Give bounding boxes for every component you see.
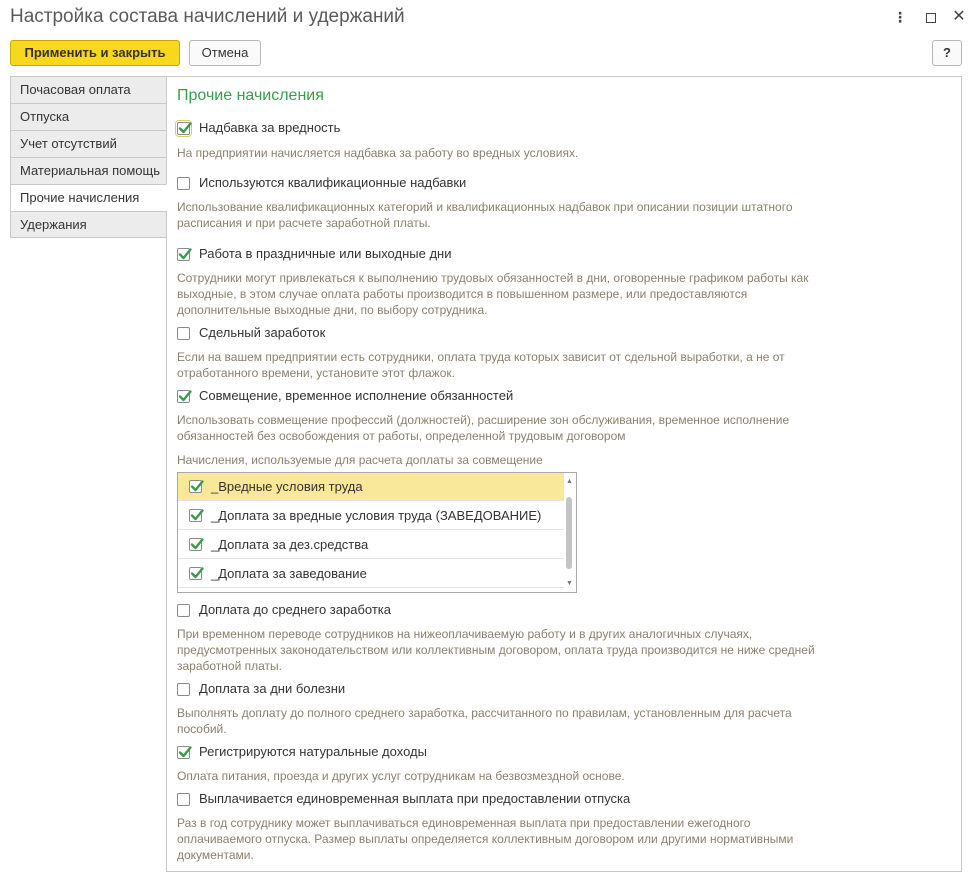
option-hint: При временном переводе сотрудников на ни… [177, 626, 815, 674]
option-label: Надбавка за вредность [199, 120, 341, 135]
hint-line: Сотрудники могут привлекаться к выполнен… [177, 271, 809, 285]
hint-line: обязанностей без освобождения от работы,… [177, 429, 626, 443]
piecework-checkbox[interactable] [177, 327, 190, 340]
hint-line: Оплата питания, проезда и других услуг с… [177, 769, 625, 783]
hint-line: Если на вашем предприятии есть сотрудник… [177, 350, 785, 364]
close-icon[interactable]: ✕ [950, 8, 968, 26]
window-title: Настройка состава начислений и удержаний [10, 6, 405, 27]
option-label: Совмещение, временное исполнение обязанн… [199, 388, 514, 403]
option-hint: Выполнять доплату до полного среднего за… [177, 705, 792, 737]
title-bar: Настройка состава начислений и удержаний… [0, 0, 979, 36]
cancel-button[interactable]: Отмена [189, 40, 261, 66]
hint-line: выходные, в этом случае оплата работы пр… [177, 287, 748, 301]
list-row-label: _Доплата за заведование [211, 566, 367, 581]
list-row-label: _Доплата за вредные условия труда (ЗАВЕД… [211, 508, 542, 523]
tab-vacations[interactable]: Отпуска [10, 103, 167, 130]
help-button[interactable]: ? [932, 40, 962, 66]
hint-line: заработной платы. [177, 659, 283, 673]
option-label: Работа в праздничные или выходные дни [199, 246, 452, 261]
tab-financial-aid[interactable]: Материальная помощь [10, 157, 167, 184]
average-earnings-checkbox[interactable] [177, 604, 190, 617]
scroll-up-icon[interactable]: ▲ [565, 477, 574, 486]
option-hint: Использовать совмещение профессий (должн… [177, 412, 789, 444]
list-row-checkbox[interactable] [189, 567, 204, 580]
combination-list[interactable]: _Вредные условия труда _Доплата за вредн… [177, 472, 577, 593]
hint-line: документами. [177, 848, 254, 862]
list-scrollbar[interactable]: ▲ ▼ [564, 474, 575, 591]
more-icon[interactable]: ⋮ [891, 8, 909, 26]
hint-line: оплачиваемого отпуска. Размер выплаты оп… [177, 832, 794, 846]
hint-line: На предприятии начисляется надбавка за р… [177, 146, 579, 160]
tab-hourly-pay[interactable]: Почасовая оплата [10, 76, 167, 103]
holiday-work-checkbox[interactable] [177, 248, 192, 261]
option-label: Доплата до среднего заработка [199, 602, 391, 617]
hint-line: предусмотренных законодательством или ко… [177, 643, 815, 657]
option-label: Доплата за дни болезни [199, 681, 346, 696]
option-hint: Раз в год сотруднику может выплачиваться… [177, 815, 793, 863]
list-row[interactable]: _Доплата за заведование [178, 560, 564, 588]
option-label: Используются квалификационные надбавки [199, 175, 467, 190]
hint-line: расписания и при расчете заработной плат… [177, 216, 431, 230]
list-row-label: _Доплата за дез.средства [211, 537, 369, 552]
combination-list-title: Начисления, используемые для расчета доп… [177, 453, 543, 467]
tab-deductions[interactable]: Удержания [10, 211, 167, 238]
option-hint: Сотрудники могут привлекаться к выполнен… [177, 270, 808, 318]
option-label: Сдельный заработок [199, 325, 326, 340]
option-hint: На предприятии начисляется надбавка за р… [177, 145, 578, 161]
list-row[interactable]: _Доплата за дез.средства [178, 531, 564, 559]
list-row[interactable]: _Доплата за вредные условия труда (ЗАВЕД… [178, 502, 564, 530]
hint-line: отработанного времени, установите этот ф… [177, 366, 455, 380]
hint-line: пособий. [177, 722, 227, 736]
sick-days-checkbox[interactable] [177, 683, 190, 696]
tab-list: Почасовая оплата Отпуска Учет отсутствий… [10, 76, 167, 238]
hint-line: Выполнять доплату до полного среднего за… [177, 706, 792, 720]
option-hint: Оплата питания, проезда и других услуг с… [177, 768, 625, 784]
combination-checkbox[interactable] [177, 390, 192, 403]
tab-absences[interactable]: Учет отсутствий [10, 130, 167, 157]
option-label: Регистрируются натуральные доходы [199, 744, 427, 759]
list-row[interactable]: _Вредные условия труда [178, 473, 564, 501]
hazard-bonus-checkbox[interactable] [175, 120, 192, 137]
qualification-bonus-checkbox[interactable] [177, 177, 190, 190]
scroll-thumb[interactable] [566, 497, 572, 569]
hint-line: Раз в год сотруднику может выплачиваться… [177, 816, 751, 830]
list-row-checkbox[interactable] [189, 480, 204, 493]
list-row-checkbox[interactable] [189, 538, 204, 551]
maximize-icon[interactable] [922, 8, 940, 26]
hint-line: Использование квалификационных категорий… [177, 200, 793, 214]
hint-line: При временном переводе сотрудников на ни… [177, 627, 753, 641]
tab-other-accruals[interactable]: Прочие начисления [10, 184, 167, 211]
option-hint: Использование квалификационных категорий… [177, 199, 793, 231]
option-hint: Если на вашем предприятии есть сотрудник… [177, 349, 785, 381]
hint-line: Использовать совмещение профессий (должн… [177, 413, 790, 427]
vacation-payment-checkbox[interactable] [177, 793, 190, 806]
list-row-label: _Вредные условия труда [211, 479, 363, 494]
scroll-down-icon[interactable]: ▼ [565, 579, 574, 588]
apply-and-close-button[interactable]: Применить и закрыть [10, 40, 180, 66]
hint-line: дополнительные выходные дни, по выбору с… [177, 303, 488, 317]
option-label: Выплачивается единовременная выплата при… [199, 791, 631, 806]
section-title: Прочие начисления [177, 87, 324, 104]
in-kind-income-checkbox[interactable] [177, 746, 192, 759]
list-row-checkbox[interactable] [189, 509, 204, 522]
